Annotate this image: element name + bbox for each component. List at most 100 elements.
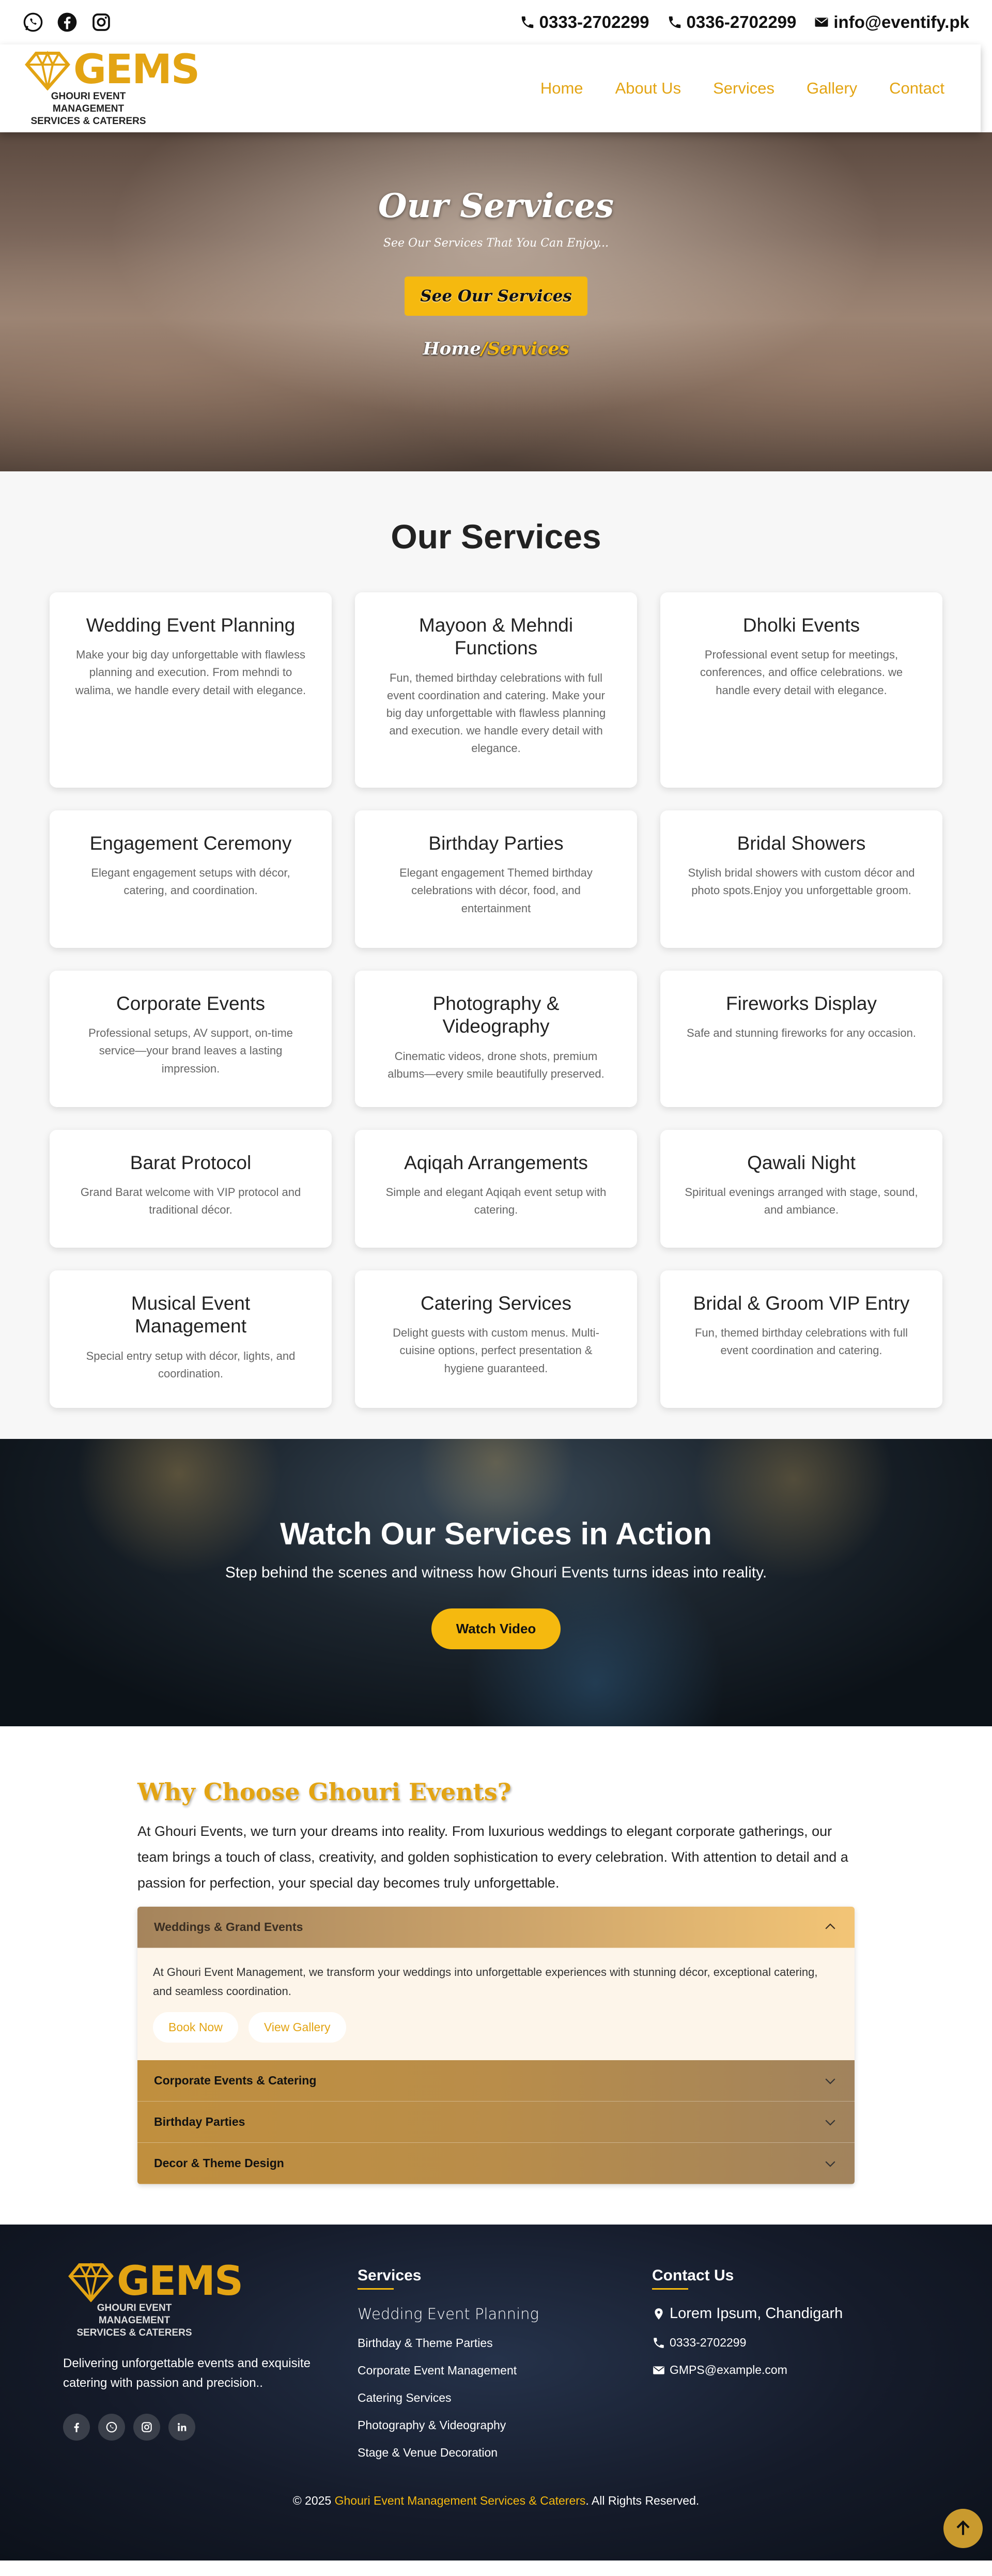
book-now-button[interactable]: Book Now	[153, 2012, 238, 2043]
footer-service-link[interactable]: Catering Services	[358, 2391, 652, 2405]
service-title: Mayoon & Mehndi Functions	[419, 615, 574, 659]
chevron-up-icon	[825, 1923, 835, 1929]
footer-services: Services Wedding Event Planning Birthday…	[358, 2261, 652, 2473]
service-title: Bridal & Groom VIP Entry	[693, 1293, 910, 1314]
breadcrumb-home[interactable]: Home	[423, 339, 481, 359]
service-text: Elegant engagement setups with décor, ca…	[91, 866, 290, 897]
copyright-brand[interactable]: Ghouri Event Management Services & Cater…	[335, 2494, 586, 2507]
view-gallery-button[interactable]: View Gallery	[248, 2012, 346, 2043]
footer-contact-heading: Contact Us	[652, 2267, 734, 2290]
service-text: Spiritual evenings arranged with stage, …	[685, 1186, 918, 1217]
footer-service-link[interactable]: Stage & Venue Decoration	[358, 2446, 652, 2460]
whatsapp-icon[interactable]	[23, 12, 43, 33]
logo-wordmark: GEMS	[117, 2258, 243, 2305]
phone-icon	[654, 2338, 664, 2348]
footer-service-link[interactable]: Photography & Videography	[358, 2418, 652, 2432]
service-card: Birthday Parties Elegant engagement Theme…	[355, 810, 637, 948]
service-text: Elegant engagement Themed birthday celeb…	[399, 866, 593, 915]
logo-subtitle-1: GHOURI EVENT MANAGEMENT	[97, 2303, 172, 2326]
footer-description: Delivering unforgettable events and exqu…	[63, 2356, 311, 2390]
phone-1[interactable]: 0333-2702299	[520, 12, 649, 32]
nav-contact[interactable]: Contact	[889, 79, 944, 98]
main-nav: Home About Us Services Gallery Contact	[540, 79, 944, 98]
accordion-header-decor[interactable]: Decor & Theme Design	[137, 2143, 855, 2185]
service-card: Barat Protocol Grand Barat welcome with V…	[50, 1130, 332, 1248]
service-text: Professional setups, AV support, on-time…	[88, 1026, 293, 1075]
scroll-to-top-button[interactable]	[943, 2509, 983, 2549]
service-text: Make your big day unforgettable with fla…	[75, 648, 306, 697]
whatsapp-icon[interactable]	[98, 2414, 125, 2441]
watch-video-button[interactable]: Watch Video	[431, 1608, 561, 1649]
footer-service-link[interactable]: Corporate Event Management	[358, 2364, 652, 2378]
footer-social-links	[63, 2414, 358, 2441]
phone-2[interactable]: 0336-2702299	[667, 12, 796, 32]
service-text: Special entry setup with décor, lights, …	[86, 1349, 296, 1380]
service-text: Fun, themed birthday celebrations with f…	[694, 1326, 908, 1357]
nav-gallery[interactable]: Gallery	[807, 79, 857, 98]
email-link[interactable]: info@eventify.pk	[814, 12, 969, 32]
instagram-icon[interactable]	[133, 2414, 160, 2441]
breadcrumb: Home/Services	[423, 339, 569, 359]
video-heading: Watch Our Services in Action	[280, 1516, 712, 1551]
site-footer: GEMS GHOURI EVENT MANAGEMENT SERVICES & …	[0, 2225, 992, 2561]
service-title: Engagement Ceremony	[89, 833, 292, 854]
footer-service-link[interactable]: Birthday & Theme Parties	[358, 2336, 652, 2350]
accordion: Weddings & Grand Events At Ghouri Event …	[137, 1906, 855, 2185]
service-text: Grand Barat welcome with VIP protocol an…	[80, 1186, 301, 1217]
service-title: Dholki Events	[742, 615, 860, 636]
service-card: Engagement Ceremony Elegant engagement se…	[50, 810, 332, 948]
nav-home[interactable]: Home	[540, 79, 583, 98]
video-banner: Watch Our Services in Action Step behind…	[0, 1439, 992, 1726]
logo-subtitle-1: GHOURI EVENT MANAGEMENT	[51, 91, 126, 115]
chevron-down-icon	[825, 2078, 835, 2084]
linkedin-icon[interactable]	[168, 2414, 195, 2441]
service-card: Wedding Event Planning Make your big day …	[50, 592, 332, 788]
accordion-title: Birthday Parties	[154, 2115, 245, 2129]
footer-logo[interactable]: GEMS GHOURI EVENT MANAGEMENT SERVICES & …	[67, 2261, 358, 2339]
service-card: Aqiqah Arrangements Simple and elegant Aq…	[355, 1130, 637, 1248]
logo-wordmark: GEMS	[73, 47, 200, 94]
accordion-header-birthday[interactable]: Birthday Parties	[137, 2102, 855, 2143]
service-title: Aqiqah Arrangements	[404, 1152, 588, 1173]
see-our-services-button[interactable]: See Our Services	[405, 277, 587, 316]
accordion-title: Weddings & Grand Events	[154, 1920, 303, 1934]
accordion-panel-weddings: At Ghouri Event Management, we transform…	[137, 1948, 855, 2061]
service-card: Corporate Events Professional setups, AV …	[50, 971, 332, 1107]
breadcrumb-current: Services	[487, 339, 569, 359]
footer-phone[interactable]: 0333-2702299	[652, 2336, 859, 2350]
site-logo[interactable]: GEMS GHOURI EVENT MANAGEMENT SERVICES & …	[24, 47, 200, 127]
services-grid: Wedding Event Planning Make your big day …	[50, 592, 942, 1408]
footer-email[interactable]: GMPS@example.com	[652, 2363, 859, 2377]
envelope-icon	[815, 18, 828, 27]
accordion-header-corporate[interactable]: Corporate Events & Catering	[137, 2060, 855, 2102]
service-title: Birthday Parties	[428, 833, 564, 854]
why-heading: Why Choose Ghouri Events?	[137, 1778, 512, 1806]
service-text: Simple and elegant Aqiqah event setup wi…	[385, 1186, 607, 1217]
why-intro: At Ghouri Events, we turn your dreams in…	[137, 1823, 848, 1891]
map-pin-icon	[655, 2308, 663, 2320]
service-title: Corporate Events	[116, 993, 265, 1014]
service-title: Photography & Videography	[432, 993, 560, 1037]
nav-about-us[interactable]: About Us	[615, 79, 681, 98]
facebook-icon[interactable]	[63, 2414, 90, 2441]
service-text: Cinematic videos, drone shots, premium a…	[388, 1049, 605, 1080]
service-text: Professional event setup for meetings, c…	[700, 648, 903, 697]
service-card: Dholki Events Professional event setup fo…	[660, 592, 942, 788]
hero-title: Our Services	[378, 187, 614, 225]
nav-services[interactable]: Services	[713, 79, 774, 98]
facebook-icon[interactable]	[57, 12, 78, 33]
service-card: Mayoon & Mehndi Functions Fun, themed bir…	[355, 592, 637, 788]
service-title: Musical Event Management	[131, 1293, 251, 1337]
chevron-down-icon	[825, 2120, 835, 2126]
logo-subtitle-2: SERVICES & CATERERS	[30, 115, 146, 127]
copyright: © 2025 Ghouri Event Management Services …	[292, 2494, 700, 2508]
footer-address: Lorem Ipsum, Chandigarh	[652, 2305, 859, 2322]
site-header: GEMS GHOURI EVENT MANAGEMENT SERVICES & …	[0, 44, 981, 132]
accordion-header-weddings[interactable]: Weddings & Grand Events	[137, 1906, 855, 1948]
footer-service-link[interactable]: Wedding Event Planning	[358, 2305, 652, 2323]
service-text: Fun, themed birthday celebrations with f…	[386, 671, 606, 755]
footer-services-heading: Services	[358, 2267, 421, 2290]
instagram-icon[interactable]	[91, 12, 112, 33]
services-section: Our Services Wedding Event Planning Make …	[0, 471, 992, 1439]
service-card: Catering Services Delight guests with cus…	[355, 1270, 637, 1408]
